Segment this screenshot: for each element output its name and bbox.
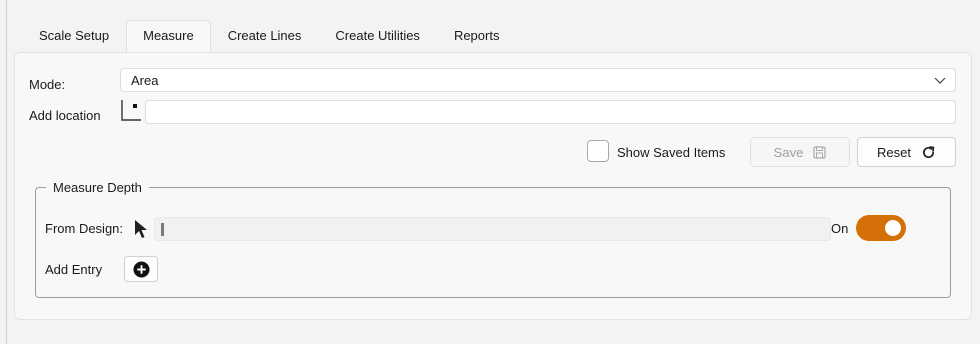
from-design-label: From Design: — [45, 221, 124, 236]
mode-dropdown[interactable]: Area — [120, 68, 956, 92]
window-left-border — [6, 0, 7, 344]
show-saved-items-checkbox[interactable] — [587, 140, 609, 162]
show-saved-items-label: Show Saved Items — [617, 145, 726, 160]
toggle-knob — [885, 220, 901, 236]
chevron-down-icon — [934, 77, 946, 84]
refresh-icon — [922, 145, 935, 158]
mode-value: Area — [131, 73, 159, 88]
add-location-label: Add location — [29, 108, 101, 123]
mode-label: Mode: — [29, 77, 66, 92]
tab-create-lines[interactable]: Create Lines — [211, 20, 319, 52]
tab-measure[interactable]: Measure — [126, 20, 211, 52]
pick-point-icon[interactable] — [119, 98, 143, 124]
save-button-label: Save — [773, 144, 804, 160]
measure-panel: Mode: Area Add location Show Saved Items… — [14, 52, 972, 320]
cursor-arrow-icon[interactable] — [134, 219, 148, 239]
text-caret — [161, 223, 164, 236]
measure-depth-legend: Measure Depth — [46, 180, 149, 195]
add-entry-button[interactable] — [124, 256, 158, 282]
tab-bar: Scale Setup Measure Create Lines Create … — [22, 20, 516, 52]
from-design-toggle[interactable] — [856, 215, 906, 241]
tab-create-utilities[interactable]: Create Utilities — [318, 20, 437, 52]
floppy-disk-icon — [813, 145, 826, 159]
from-design-input[interactable] — [154, 217, 831, 241]
add-entry-label: Add Entry — [45, 262, 103, 277]
tab-scale-setup[interactable]: Scale Setup — [22, 20, 126, 52]
add-location-input[interactable] — [145, 100, 956, 124]
measure-depth-group: Measure Depth From Design: On Add Entry — [35, 180, 951, 298]
reset-button-label: Reset — [877, 144, 911, 160]
reset-button[interactable]: Reset — [857, 137, 956, 167]
toggle-state-label: On — [831, 221, 849, 236]
save-button[interactable]: Save — [750, 137, 850, 167]
plus-circle-icon — [132, 260, 150, 278]
tab-reports[interactable]: Reports — [437, 20, 517, 52]
